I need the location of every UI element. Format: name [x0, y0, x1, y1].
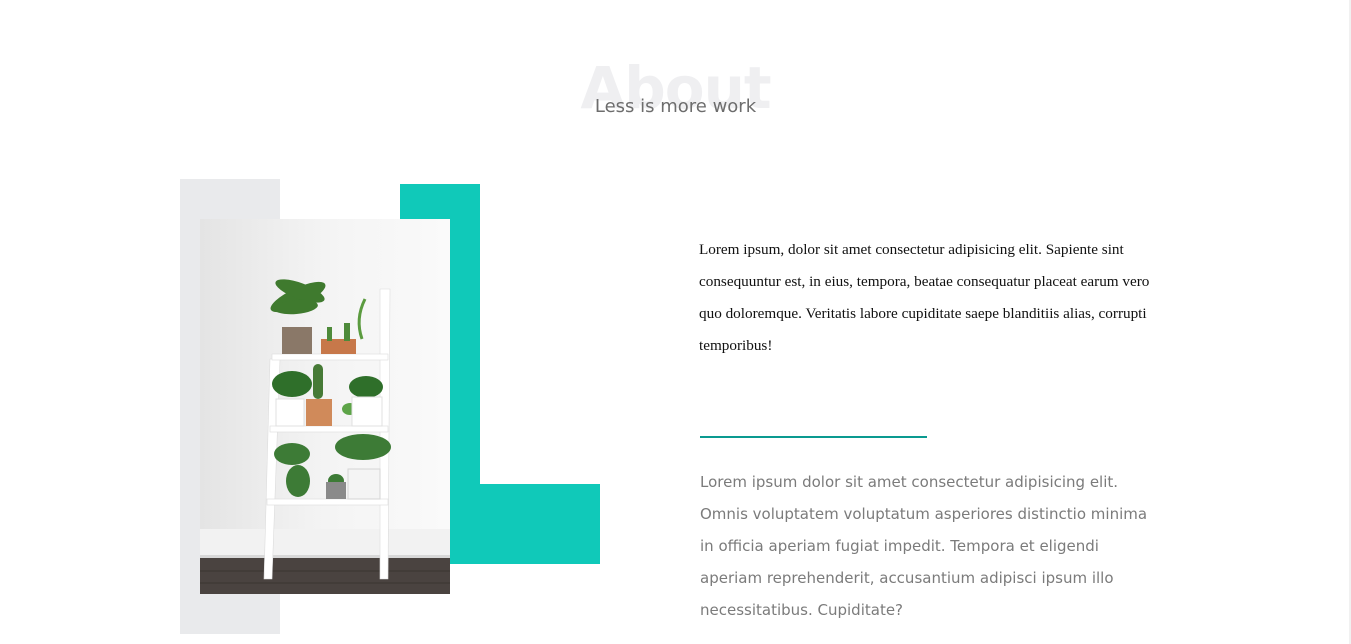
section-subtitle: Less is more work [594, 96, 757, 117]
about-paragraph: Lorem ipsum, dolor sit amet consectetur … [699, 241, 1150, 354]
about-secondary-paragraph: Lorem ipsum dolor sit amet consectetur a… [700, 473, 1148, 619]
about-image [200, 219, 450, 594]
section-divider [700, 436, 927, 438]
decorative-teal-foot [450, 484, 600, 564]
